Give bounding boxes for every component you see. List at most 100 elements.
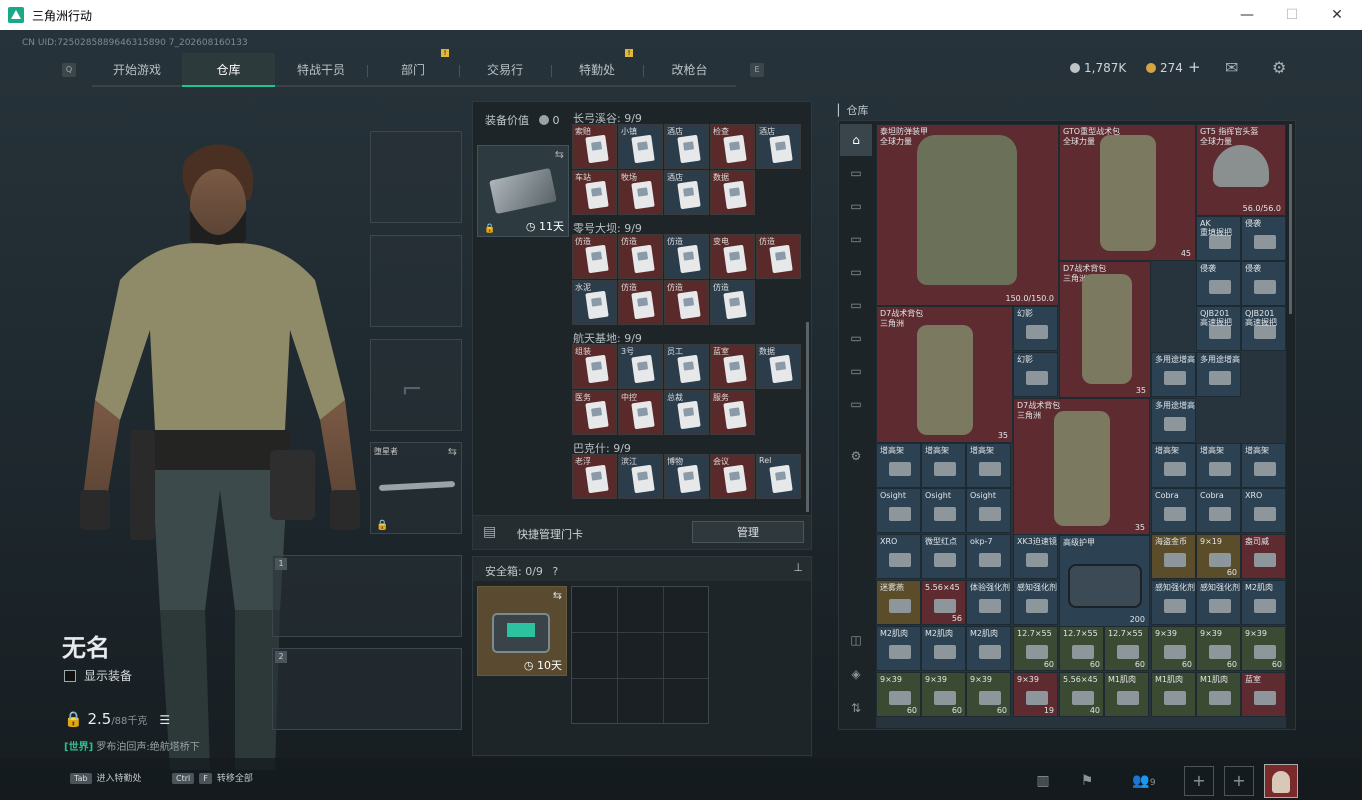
pin-icon[interactable]: ⊥: [793, 561, 803, 574]
inventory-item[interactable]: 幻影: [1013, 352, 1058, 397]
chat-channel[interactable]: [世界] 罗布泊回声:绝航塔桥下: [64, 738, 200, 753]
inventory-item[interactable]: 感知强化剂: [1013, 580, 1058, 625]
tab-special-ops[interactable]: 特勤处!: [551, 49, 643, 87]
transfer-all-hint[interactable]: Ctrl F 转移全部: [172, 771, 253, 784]
maximize-button[interactable]: ☐: [1277, 4, 1307, 26]
warehouse-tab-4[interactable]: ▭: [840, 157, 872, 189]
keycard-item[interactable]: 仿造: [710, 280, 755, 325]
keycard-item[interactable]: 中控: [618, 390, 663, 435]
stats-icon[interactable]: ▥: [1028, 766, 1058, 796]
keycard-item[interactable]: 3号: [618, 344, 663, 389]
keycard-item[interactable]: 酒店: [664, 124, 709, 169]
melee-slot[interactable]: 堕星者 ⇆ 🔒: [370, 442, 462, 534]
keycard-item[interactable]: 会议: [710, 454, 755, 499]
inventory-item[interactable]: M1肌肉: [1104, 672, 1149, 717]
squad-icon[interactable]: 👥9: [1124, 766, 1164, 796]
backpack-item[interactable]: GTO重型战术包 全球力量 45: [1059, 124, 1196, 261]
sort-icon[interactable]: ⇅: [840, 692, 872, 724]
inventory-item[interactable]: XRO: [1241, 488, 1286, 533]
inventory-item[interactable]: M2肌肉: [921, 626, 966, 671]
armor-item[interactable]: 泰坦防弹装甲 全球力量 150.0/150.0: [876, 124, 1059, 306]
inventory-item[interactable]: 微型红点: [921, 534, 966, 579]
list-icon[interactable]: ☰: [159, 713, 170, 727]
keycard-item[interactable]: 索赔: [572, 124, 617, 169]
inventory-item[interactable]: 9×39 60: [1241, 626, 1286, 671]
inventory-item[interactable]: 9×39 60: [876, 672, 921, 717]
invite-slot-2[interactable]: +: [1224, 766, 1254, 796]
keycard-item[interactable]: 仿造: [756, 234, 801, 279]
camera-icon[interactable]: ◫: [840, 624, 872, 656]
helmet-item[interactable]: GT5 指挥官头盔 全球力量 56.0/56.0: [1196, 124, 1286, 216]
inventory-item[interactable]: 侵袭: [1241, 261, 1286, 306]
swap-icon[interactable]: ⇆: [555, 148, 564, 161]
inventory-item[interactable]: 12.7×55 60: [1059, 626, 1104, 671]
keycard-item[interactable]: 仿造: [618, 234, 663, 279]
inventory-item[interactable]: 增高架: [1151, 443, 1196, 488]
keycard-item[interactable]: 组装: [572, 344, 617, 389]
avatar[interactable]: [1264, 764, 1298, 798]
inventory-item[interactable]: Cobra: [1151, 488, 1196, 533]
inventory-item[interactable]: 感知强化剂: [1151, 580, 1196, 625]
warehouse-settings-icon[interactable]: ⚙: [840, 440, 872, 472]
primary-weapon-slot-2[interactable]: 2: [272, 648, 462, 730]
inventory-item[interactable]: Osight: [876, 488, 921, 533]
inventory-item[interactable]: 海盗金币: [1151, 534, 1196, 579]
inventory-item[interactable]: 多用途增高: [1151, 398, 1196, 443]
warehouse-tab-7[interactable]: ▭: [840, 256, 872, 288]
enter-special-ops-hint[interactable]: Tab 进入特勤处: [70, 771, 142, 784]
keycard-item[interactable]: 仿造: [664, 234, 709, 279]
inventory-item[interactable]: 5.56×45 56: [921, 580, 966, 625]
inventory-item[interactable]: 侵袭: [1241, 216, 1286, 261]
swap-icon[interactable]: ⇆: [553, 589, 562, 602]
tab-start-game[interactable]: 开始游戏: [92, 53, 182, 87]
inventory-item[interactable]: Osight: [921, 488, 966, 533]
backpack-item[interactable]: D7战术背包 三角洲 35: [876, 306, 1013, 443]
keycard-item[interactable]: 滨江: [618, 454, 663, 499]
keycard-item[interactable]: 仿造: [572, 234, 617, 279]
manage-button[interactable]: 管理: [692, 521, 804, 543]
inventory-item[interactable]: 12.7×55 60: [1013, 626, 1058, 671]
keycard-item[interactable]: 酒店: [756, 124, 801, 169]
keycard-item[interactable]: Rel: [756, 454, 801, 499]
inventory-item[interactable]: okp-7: [966, 534, 1011, 579]
warehouse-tab-10[interactable]: ▭: [840, 355, 872, 387]
helmet-slot[interactable]: [370, 131, 462, 223]
warehouse-grid[interactable]: 泰坦防弹装甲 全球力量 150.0/150.0 GTO重型战术包 全球力量 45…: [876, 124, 1286, 728]
keycard-item[interactable]: 总裁: [664, 390, 709, 435]
inventory-item[interactable]: QJB201 高速握把: [1241, 306, 1286, 351]
scrollbar[interactable]: [806, 322, 809, 512]
inventory-item[interactable]: M1肌肉: [1196, 672, 1241, 717]
settings-gear-icon[interactable]: ⚙: [1272, 58, 1286, 77]
tab-department[interactable]: 部门!: [367, 49, 459, 87]
inventory-item[interactable]: 感知强化剂: [1196, 580, 1241, 625]
tab-gunsmith[interactable]: 改枪台: [643, 53, 736, 87]
keycard-case-slot[interactable]: ⇆ 🔒 ◷ 11天: [477, 145, 569, 237]
pistol-slot[interactable]: ⌐: [370, 339, 462, 431]
warehouse-tab-11[interactable]: ▭: [840, 388, 872, 420]
tab-warehouse[interactable]: 仓库: [182, 53, 275, 87]
warehouse-tab-9[interactable]: ▭: [840, 322, 872, 354]
keycard-item[interactable]: 蓝室: [710, 344, 755, 389]
warehouse-tab-5[interactable]: ▭: [840, 190, 872, 222]
keycard-item[interactable]: 检查: [710, 124, 755, 169]
armor-slot[interactable]: [370, 235, 462, 327]
inventory-item[interactable]: QJB201 高速握把: [1196, 306, 1241, 351]
inventory-item[interactable]: 盎司威: [1241, 534, 1286, 579]
keycard-item[interactable]: 水泥: [572, 280, 617, 325]
keycard-item[interactable]: 老浮: [572, 454, 617, 499]
inventory-item[interactable]: Osight: [966, 488, 1011, 533]
flag-icon[interactable]: ⚑: [1072, 766, 1102, 796]
keycard-item[interactable]: 数据: [710, 170, 755, 215]
keycard-item[interactable]: 车站: [572, 170, 617, 215]
inventory-item[interactable]: 增高架: [1241, 443, 1286, 488]
mail-icon[interactable]: ✉: [1225, 58, 1238, 77]
inventory-item[interactable]: 9×39 60: [1196, 626, 1241, 671]
add-currency-button[interactable]: +: [1188, 58, 1201, 76]
inventory-item[interactable]: 体验强化剂: [966, 580, 1011, 625]
inventory-item[interactable]: Cobra: [1196, 488, 1241, 533]
inventory-item[interactable]: M1肌肉: [1151, 672, 1196, 717]
help-icon[interactable]: ?: [552, 565, 558, 578]
keycard-item[interactable]: 服务: [710, 390, 755, 435]
tab-operators[interactable]: 特战干员: [275, 53, 367, 87]
inventory-item[interactable]: 12.7×55 60: [1104, 626, 1149, 671]
